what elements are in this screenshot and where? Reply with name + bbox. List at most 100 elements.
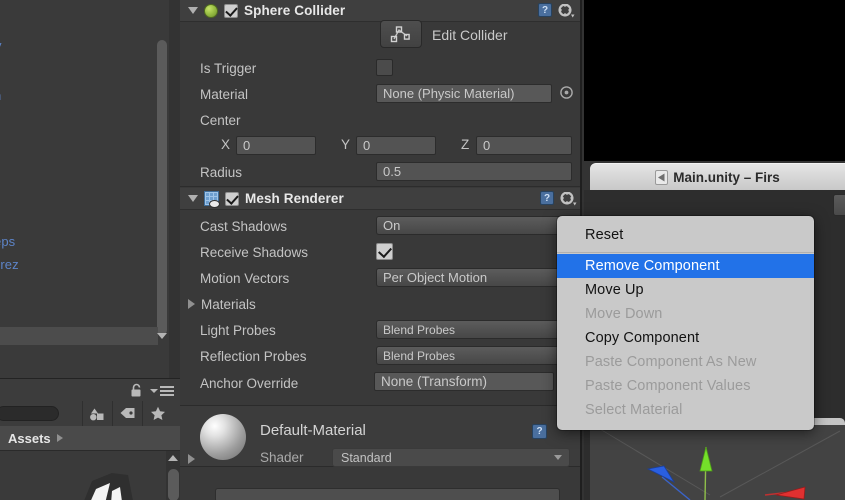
project-asset-grid[interactable] (0, 451, 180, 500)
hierarchy-item-orez[interactable]: orez (0, 257, 19, 272)
breadcrumb[interactable]: Assets (0, 426, 180, 451)
component-header-mesh-renderer[interactable]: Mesh Renderer ? (180, 188, 580, 211)
chevron-down-icon (554, 455, 562, 460)
axis-gizmo[interactable] (590, 425, 845, 500)
hierarchy-item-eps[interactable]: eps (0, 234, 15, 249)
row-receive-shadows: Receive Shadows (180, 239, 580, 265)
window-titlebar[interactable]: Main.unity – Firs (590, 163, 845, 190)
anchor-override-object-field[interactable]: None (Transform) (374, 372, 554, 391)
materials-label: Materials (201, 296, 256, 312)
lock-icon[interactable] (130, 383, 143, 403)
scroll-down-arrow-icon[interactable] (155, 327, 169, 345)
menu-item-copy-component[interactable]: Copy Component (557, 326, 814, 350)
menu-item-move-down: Move Down (585, 306, 663, 322)
asset-thumbnail[interactable] (40, 461, 133, 500)
menu-item-paste-component-as-new: Paste Component As New (585, 354, 757, 370)
menu-item-reset[interactable]: Reset (557, 223, 814, 247)
component-enabled-checkbox[interactable] (224, 3, 238, 18)
row-materials[interactable]: Materials (180, 291, 580, 317)
axis-label-x: X (221, 137, 231, 152)
hierarchy-item-clipped[interactable]: n (0, 88, 1, 103)
project-options-menu-icon[interactable] (150, 386, 174, 396)
scene-toolbar-button[interactable] (833, 194, 845, 216)
foldout-arrow-icon[interactable] (188, 195, 198, 202)
reflection-probes-label: Reflection Probes (200, 348, 307, 364)
material-preview-sphere (200, 414, 246, 460)
foldout-arrow-icon[interactable] (188, 7, 198, 14)
menu-item-move-up[interactable]: Move Up (557, 278, 814, 302)
is-trigger-checkbox[interactable] (376, 59, 393, 76)
search-input[interactable] (0, 406, 59, 421)
axis-label-z: Z (461, 137, 470, 152)
hierarchy-item-clipped[interactable]: s (0, 2, 1, 17)
scroll-up-arrow-icon[interactable] (166, 452, 180, 464)
center-z-input[interactable]: 0 (476, 136, 572, 155)
light-probes-dropdown[interactable]: Blend Probes (376, 320, 572, 339)
row-anchor-override: Anchor Override None (Transform) (180, 370, 580, 396)
foldout-arrow-icon[interactable] (188, 454, 195, 464)
left-column: s s y s n eps orez (0, 0, 180, 500)
filter-by-type-icon[interactable] (82, 401, 112, 426)
shader-dropdown[interactable]: Standard (332, 448, 570, 467)
row-radius: Radius 0.5 (180, 159, 580, 185)
axis-label-y: Y (341, 137, 351, 152)
menu-separator (557, 252, 814, 253)
shader-label: Shader (260, 450, 304, 465)
receive-shadows-label: Receive Shadows (200, 244, 309, 260)
hierarchy-item-clipped[interactable]: s (0, 20, 1, 35)
scene-viewport[interactable] (590, 425, 845, 500)
menu-item-select-material: Select Material (585, 402, 683, 418)
material-name: Default-Material (260, 422, 366, 439)
project-toolbar (0, 379, 180, 401)
hierarchy-panel[interactable]: s s y s n eps orez (0, 0, 180, 378)
game-view[interactable] (584, 0, 845, 161)
radius-input[interactable]: 0.5 (376, 162, 572, 181)
mesh-renderer-icon (204, 191, 220, 208)
motion-vectors-dropdown[interactable]: Per Object Motion (376, 268, 572, 287)
row-material: Material None (Physic Material) (180, 81, 580, 107)
row-reflection-probes: Reflection Probes Blend Probes (180, 343, 580, 369)
hierarchy-selected-row[interactable] (0, 327, 158, 345)
edit-collider-button[interactable] (380, 20, 422, 48)
hierarchy-scrollbar-thumb[interactable] (157, 40, 167, 335)
row-light-probes: Light Probes Blend Probes (180, 317, 580, 343)
foldout-arrow-icon[interactable] (188, 299, 195, 309)
filter-by-label-icon[interactable] (112, 401, 142, 426)
receive-shadows-checkbox[interactable] (376, 243, 393, 260)
breadcrumb-arrow-icon (56, 434, 63, 442)
is-trigger-label: Is Trigger (200, 60, 257, 76)
project-scrollbar-thumb[interactable] (168, 469, 179, 500)
row-motion-vectors: Motion Vectors Per Object Motion (180, 265, 580, 291)
hierarchy-item-clipped[interactable]: y (0, 38, 2, 53)
gear-icon[interactable] (560, 191, 577, 211)
shader-value: Standard (341, 450, 392, 465)
help-icon[interactable]: ? (540, 191, 554, 205)
center-x-input[interactable]: 0 (236, 136, 316, 155)
object-picker-icon[interactable] (559, 85, 574, 105)
component-title: Mesh Renderer (245, 191, 344, 206)
menu-item-remove-component[interactable]: Remove Component (557, 254, 814, 278)
component-title: Sphere Collider (244, 3, 346, 18)
collider-edit-icon (390, 25, 410, 42)
favorites-star-icon[interactable] (142, 401, 172, 426)
row-center: Center (180, 107, 580, 133)
gear-icon[interactable] (558, 3, 575, 23)
center-y-input[interactable]: 0 (356, 136, 436, 155)
reflection-probes-dropdown[interactable]: Blend Probes (376, 346, 572, 365)
window-title: Main.unity – Firs (673, 169, 780, 185)
bottom-property-field[interactable] (215, 488, 560, 500)
help-icon[interactable]: ? (532, 424, 547, 439)
material-object-field[interactable]: None (Physic Material) (376, 84, 552, 103)
anchor-override-label: Anchor Override (200, 375, 299, 391)
cast-shadows-dropdown[interactable]: On (376, 216, 572, 235)
component-context-menu[interactable]: Reset Remove Component Move Up Move Down… (557, 216, 814, 430)
component-header-sphere-collider[interactable]: Sphere Collider ? (180, 0, 580, 22)
hierarchy-item-clipped[interactable]: s (0, 68, 1, 83)
section-divider (180, 186, 580, 187)
sphere-collider-icon (204, 3, 218, 18)
component-enabled-checkbox[interactable] (225, 191, 239, 206)
center-label: Center (200, 112, 241, 128)
help-icon[interactable]: ? (538, 3, 552, 17)
panel-edge-divider (169, 0, 180, 378)
menu-item-paste-component-values: Paste Component Values (585, 378, 751, 394)
